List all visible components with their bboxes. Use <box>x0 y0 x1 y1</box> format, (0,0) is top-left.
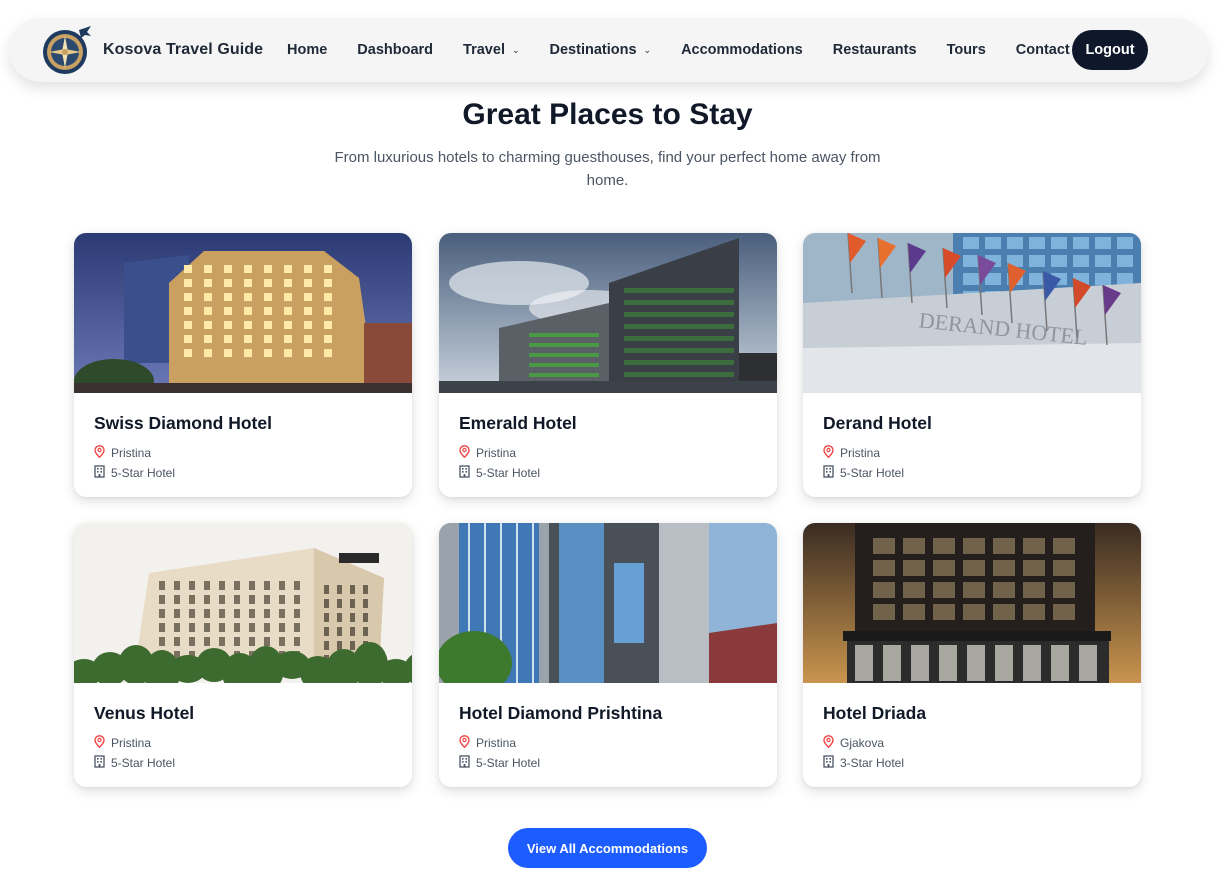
hotel-name[interactable]: Swiss Diamond Hotel <box>94 413 392 434</box>
nav-link-label: Contact <box>1015 42 1070 58</box>
hotel-photo[interactable] <box>803 523 1141 683</box>
hotel-city: Gjakova <box>840 736 885 750</box>
hotel-stars: 5-Star Hotel <box>111 756 176 770</box>
nav-link-destinations[interactable]: Destinations ⌄ <box>550 42 652 58</box>
hotel-city: Pristina <box>111 446 152 460</box>
nav-link-label: Home <box>287 42 328 58</box>
nav-link-label: Accommodations <box>681 42 803 58</box>
hotel-city: Pristina <box>476 736 517 750</box>
hotel-location: Pristina <box>459 733 757 753</box>
main-navbar: Kosova Travel Guide Home Dashboard Travel ⌄… <box>9 18 1208 82</box>
hotel-card-body: Emerald Hotel Pristina 5-Star Hotel <box>439 393 777 483</box>
hotel-card-body: Hotel Driada Gjakova 3-Star Hotel <box>803 683 1141 773</box>
hotel-card-body: Swiss Diamond Hotel Pristina 5-Star Hote… <box>74 393 412 483</box>
view-all-accommodations-button[interactable]: View All Accommodations <box>508 828 707 868</box>
nav-link-tours[interactable]: Tours <box>947 42 986 58</box>
hotel-photo[interactable]: DERAND HOTEL <box>803 233 1141 393</box>
nav-link-restaurants[interactable]: Restaurants <box>833 42 917 58</box>
hotel-stars: 5-Star Hotel <box>476 756 541 770</box>
hotel-card-body: Hotel Diamond Prishtina Pristina 5-Star … <box>439 683 777 773</box>
hotel-city: Pristina <box>476 446 517 460</box>
hotel-stars: 5-Star Hotel <box>476 466 541 480</box>
nav-link-dashboard[interactable]: Dashboard <box>357 42 433 58</box>
hotel-category: 5-Star Hotel <box>94 463 392 483</box>
brand[interactable]: Kosova Travel Guide <box>41 24 263 76</box>
hotel-photo[interactable] <box>439 523 777 683</box>
hotel-location: Pristina <box>94 733 392 753</box>
hotel-photo[interactable] <box>439 233 777 393</box>
nav-link-contact[interactable]: Contact <box>1016 42 1070 58</box>
chevron-down-icon: ⌄ <box>643 44 652 55</box>
hotel-card[interactable]: Swiss Diamond Hotel Pristina 5-Star Hote… <box>74 233 412 497</box>
nav-link-label: Tours <box>946 42 986 58</box>
building-icon <box>94 755 111 771</box>
hotel-name[interactable]: Hotel Diamond Prishtina <box>459 703 757 724</box>
hotel-name[interactable]: Derand Hotel <box>823 413 1121 434</box>
building-icon <box>459 755 476 771</box>
chevron-down-icon: ⌄ <box>511 44 520 55</box>
map-pin-icon <box>94 445 111 461</box>
hotel-card[interactable]: Hotel Driada Gjakova 3-Star Hotel <box>803 523 1141 787</box>
compass-logo-icon <box>41 24 93 76</box>
nav-link-label: Travel <box>463 42 505 58</box>
building-icon <box>459 465 476 481</box>
map-pin-icon <box>459 445 476 461</box>
hotel-card-body: Derand Hotel Pristina 5-Star Hotel <box>803 393 1141 483</box>
hotel-card-body: Venus Hotel Pristina 5-Star Hotel <box>74 683 412 773</box>
hotel-category: 5-Star Hotel <box>459 463 757 483</box>
hotel-stars: 3-Star Hotel <box>840 756 905 770</box>
hotel-card[interactable]: Hotel Diamond Prishtina Pristina 5-Star … <box>439 523 777 787</box>
hotel-location: Gjakova <box>823 733 1121 753</box>
hotel-category: 5-Star Hotel <box>94 753 392 773</box>
hotel-location: Pristina <box>94 443 392 463</box>
section-subtitle: From luxurious hotels to charming guesth… <box>334 149 881 189</box>
nav-link-label: Restaurants <box>832 42 917 58</box>
hotel-card[interactable]: Emerald Hotel Pristina 5-Star Hotel <box>439 233 777 497</box>
nav-link-home[interactable]: Home <box>287 42 327 58</box>
hotel-photo[interactable] <box>74 523 412 683</box>
building-icon <box>94 465 111 481</box>
nav-link-travel[interactable]: Travel ⌄ <box>463 42 519 58</box>
logout-button[interactable]: Logout <box>1072 30 1148 70</box>
map-pin-icon <box>823 445 840 461</box>
brand-name: Kosova Travel Guide <box>103 41 264 58</box>
hotel-city: Pristina <box>111 736 152 750</box>
hotel-name[interactable]: Hotel Driada <box>823 703 1121 724</box>
hotel-category: 5-Star Hotel <box>459 753 757 773</box>
map-pin-icon <box>823 735 840 751</box>
nav-links: Home Dashboard Travel ⌄ Destinations ⌄ Accommo… <box>287 18 1100 82</box>
hotel-city: Pristina <box>840 446 881 460</box>
section-title: Great Places to Stay <box>462 98 753 131</box>
hotel-location: Pristina <box>459 443 757 463</box>
building-icon <box>823 755 840 771</box>
hotel-stars: 5-Star Hotel <box>111 466 176 480</box>
nav-link-accommodations[interactable]: Accommodations <box>681 42 803 58</box>
hotel-name[interactable]: Venus Hotel <box>94 703 392 724</box>
hotel-category: 3-Star Hotel <box>823 753 1121 773</box>
hotel-location: Pristina <box>823 443 1121 463</box>
hotel-card[interactable]: Venus Hotel Pristina 5-Star Hotel <box>74 523 412 787</box>
hotel-name[interactable]: Emerald Hotel <box>459 413 757 434</box>
hotel-category: 5-Star Hotel <box>823 463 1121 483</box>
building-icon <box>823 465 840 481</box>
nav-link-label: Dashboard <box>357 42 434 58</box>
nav-link-label: Destinations <box>549 42 637 58</box>
hotel-card[interactable]: DERAND HOTEL Derand Hotel Pristina 5-Sta… <box>803 233 1141 497</box>
hotel-photo[interactable] <box>74 233 412 393</box>
hotel-stars: 5-Star Hotel <box>840 466 905 480</box>
map-pin-icon <box>94 735 111 751</box>
map-pin-icon <box>459 735 476 751</box>
